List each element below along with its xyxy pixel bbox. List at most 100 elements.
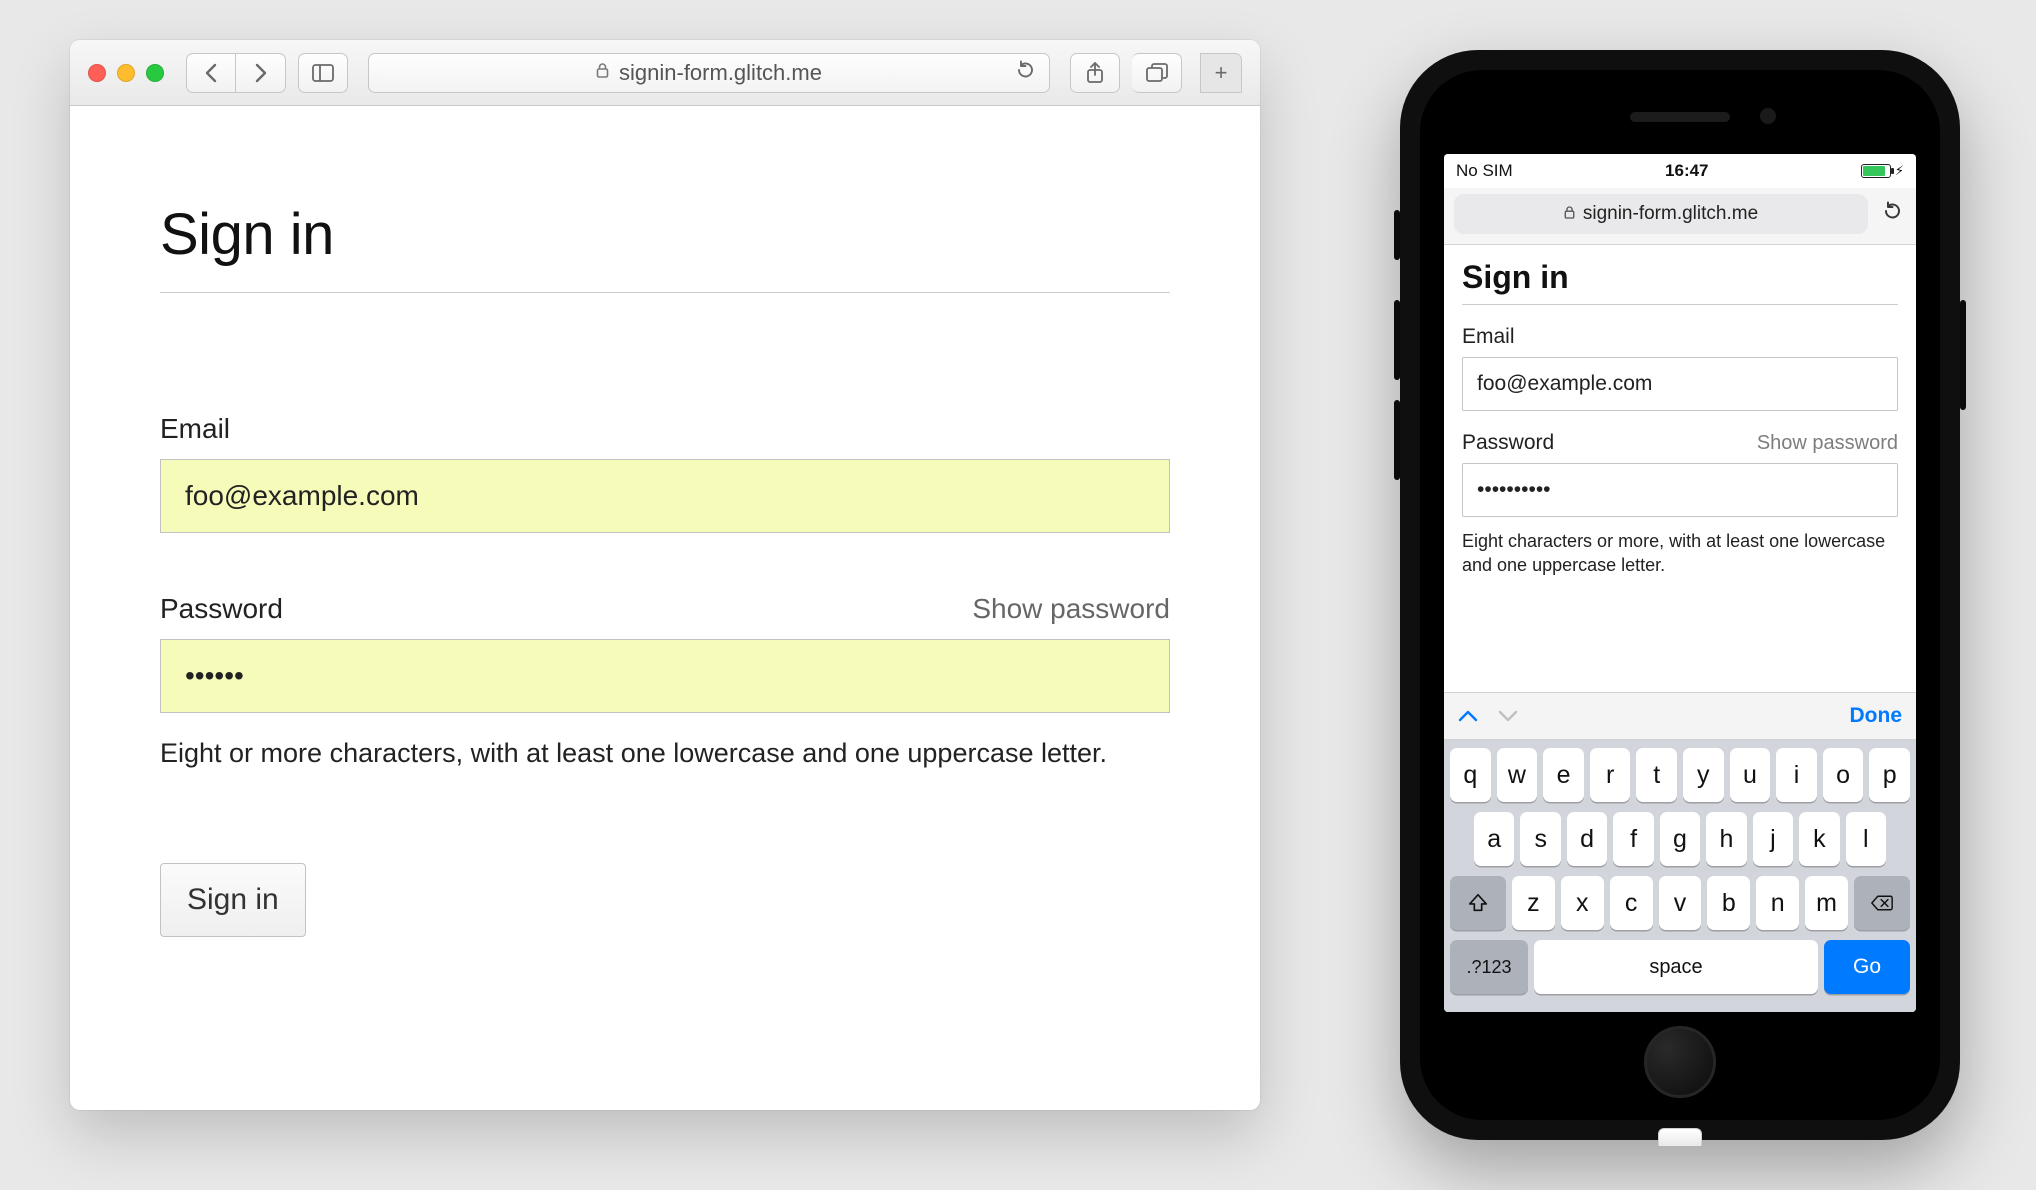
key-p[interactable]: p — [1869, 748, 1910, 802]
key-h[interactable]: h — [1706, 812, 1746, 866]
carrier-text: No SIM — [1456, 161, 1513, 181]
signin-button[interactable]: Sign in — [160, 863, 306, 937]
sidebar-icon — [312, 64, 334, 82]
mute-switch[interactable] — [1394, 210, 1400, 260]
keyboard-row-1: q w e r t y u i o p — [1450, 748, 1910, 802]
key-z[interactable]: z — [1512, 876, 1555, 930]
speaker-grille — [1630, 112, 1730, 122]
key-r[interactable]: r — [1590, 748, 1631, 802]
keyboard-accessory-bar: Done — [1444, 692, 1916, 740]
page-title: Sign in — [160, 201, 1170, 293]
mobile-address-bar[interactable]: signin-form.glitch.me — [1454, 194, 1868, 234]
chevron-left-icon — [204, 63, 218, 83]
iphone-device: No SIM 16:47 ⚡︎ signin-form.glitch.me — [1400, 50, 1960, 1140]
key-x[interactable]: x — [1561, 876, 1604, 930]
iphone-bezel: No SIM 16:47 ⚡︎ signin-form.glitch.me — [1420, 70, 1940, 1120]
key-a[interactable]: a — [1474, 812, 1514, 866]
key-f[interactable]: f — [1613, 812, 1653, 866]
number-switch-key[interactable]: .?123 — [1450, 940, 1528, 994]
mobile-password-hint: Eight characters or more, with at least … — [1462, 529, 1898, 578]
prev-field-button[interactable] — [1458, 703, 1478, 729]
key-c[interactable]: c — [1610, 876, 1653, 930]
status-clock: 16:47 — [1665, 161, 1708, 181]
keyboard-done-button[interactable]: Done — [1850, 704, 1903, 728]
window-minimize-button[interactable] — [117, 64, 135, 82]
iphone-screen: No SIM 16:47 ⚡︎ signin-form.glitch.me — [1444, 154, 1916, 1012]
mobile-password-input[interactable] — [1462, 463, 1898, 517]
email-label: Email — [160, 413, 230, 445]
mobile-show-password-toggle[interactable]: Show password — [1757, 432, 1898, 455]
email-input[interactable] — [160, 459, 1170, 533]
safari-window: signin-form.glitch.me + Sign in Email — [70, 40, 1260, 1110]
key-n[interactable]: n — [1756, 876, 1799, 930]
key-s[interactable]: s — [1520, 812, 1560, 866]
key-j[interactable]: j — [1753, 812, 1793, 866]
shift-key[interactable] — [1450, 876, 1506, 930]
volume-up[interactable] — [1394, 300, 1400, 380]
sidebar-button[interactable] — [298, 53, 348, 93]
share-button[interactable] — [1070, 53, 1120, 93]
mobile-email-input[interactable] — [1462, 357, 1898, 411]
chevron-right-icon — [254, 63, 268, 83]
backspace-icon — [1871, 892, 1893, 914]
page-content: Sign in Email Password Show password Eig… — [70, 106, 1260, 937]
key-u[interactable]: u — [1730, 748, 1771, 802]
back-button[interactable] — [186, 53, 236, 93]
address-text: signin-form.glitch.me — [619, 60, 822, 86]
battery-icon — [1861, 164, 1891, 178]
key-w[interactable]: w — [1497, 748, 1538, 802]
window-zoom-button[interactable] — [146, 64, 164, 82]
password-field-block: Password Show password Eight or more cha… — [160, 593, 1170, 773]
reload-button[interactable] — [1016, 60, 1035, 86]
mobile-password-label: Password — [1462, 431, 1554, 455]
toolbar-right — [1070, 53, 1182, 93]
nav-buttons — [186, 53, 286, 93]
go-key[interactable]: Go — [1824, 940, 1910, 994]
key-b[interactable]: b — [1707, 876, 1750, 930]
backspace-key[interactable] — [1854, 876, 1910, 930]
keyboard-row-2: a s d f g h j k l — [1450, 812, 1910, 866]
email-field-block: Email — [160, 413, 1170, 533]
share-icon — [1086, 62, 1104, 84]
key-k[interactable]: k — [1799, 812, 1839, 866]
key-g[interactable]: g — [1660, 812, 1700, 866]
front-camera — [1760, 108, 1776, 124]
password-input[interactable] — [160, 639, 1170, 713]
keyboard-row-3: z x c v b n m — [1450, 876, 1910, 930]
next-field-button[interactable] — [1498, 703, 1518, 729]
volume-down[interactable] — [1394, 400, 1400, 480]
home-button[interactable] — [1644, 1026, 1716, 1098]
battery-indicator: ⚡︎ — [1861, 163, 1904, 179]
keyboard-row-4: .?123 space Go — [1450, 940, 1910, 994]
key-e[interactable]: e — [1543, 748, 1584, 802]
plus-icon: + — [1215, 60, 1228, 86]
lock-icon — [596, 63, 609, 83]
key-y[interactable]: y — [1683, 748, 1724, 802]
forward-button[interactable] — [236, 53, 286, 93]
mobile-page-content: Sign in Email Password Show password Eig… — [1444, 245, 1916, 586]
mobile-reload-button[interactable] — [1878, 201, 1906, 227]
safari-toolbar: signin-form.glitch.me + — [70, 40, 1260, 106]
address-bar[interactable]: signin-form.glitch.me — [368, 53, 1050, 93]
key-o[interactable]: o — [1823, 748, 1864, 802]
space-key[interactable]: space — [1534, 940, 1818, 994]
new-tab-button[interactable]: + — [1200, 53, 1242, 93]
key-m[interactable]: m — [1805, 876, 1848, 930]
key-v[interactable]: v — [1659, 876, 1702, 930]
window-close-button[interactable] — [88, 64, 106, 82]
tabs-icon — [1146, 63, 1168, 83]
key-i[interactable]: i — [1776, 748, 1817, 802]
password-hint: Eight or more characters, with at least … — [160, 735, 1170, 773]
key-d[interactable]: d — [1567, 812, 1607, 866]
lightning-cable — [1658, 1128, 1702, 1146]
lock-icon — [1564, 206, 1575, 222]
key-l[interactable]: l — [1846, 812, 1886, 866]
reload-icon — [1016, 60, 1035, 80]
key-t[interactable]: t — [1636, 748, 1677, 802]
key-q[interactable]: q — [1450, 748, 1491, 802]
show-password-toggle[interactable]: Show password — [972, 593, 1170, 625]
chevron-down-icon — [1498, 709, 1518, 723]
shift-icon — [1467, 892, 1489, 914]
power-button[interactable] — [1960, 300, 1966, 410]
tabs-button[interactable] — [1132, 53, 1182, 93]
